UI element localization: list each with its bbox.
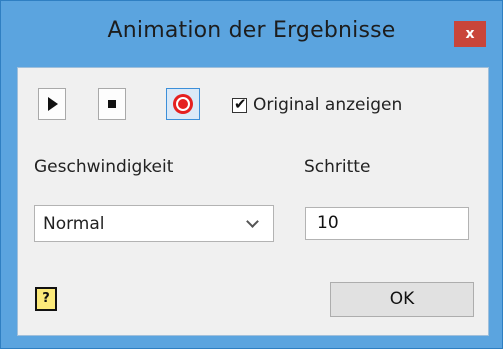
title-bar[interactable]: Animation der Ergebnisse x [1,1,502,67]
ok-button[interactable]: OK [330,282,474,317]
show-original-checkbox[interactable]: ✔ [232,95,247,113]
dialog-title: Animation der Ergebnisse [107,18,396,43]
help-button[interactable]: ? [35,287,57,311]
stop-icon [108,100,116,108]
speed-dropdown[interactable]: Normal [34,205,274,242]
steps-input[interactable]: 10 [305,207,469,240]
speed-label: Geschwindigkeit [34,157,174,177]
record-button[interactable] [166,88,200,120]
close-button[interactable]: x [454,21,486,47]
play-icon [48,97,58,111]
play-button[interactable] [38,88,66,120]
help-icon: ? [42,291,50,306]
dialog-content: ✔ Original anzeigen Geschwindigkeit Schr… [17,67,489,336]
animation-dialog: Animation der Ergebnisse x ✔ Original an… [0,0,503,349]
record-icon [173,94,193,114]
speed-dropdown-value: Normal [43,214,105,234]
stop-button[interactable] [98,88,126,120]
chevron-down-icon [246,215,259,228]
steps-label: Schritte [304,157,371,177]
show-original-label[interactable]: Original anzeigen [253,95,402,115]
checkmark-icon: ✔ [234,95,247,113]
